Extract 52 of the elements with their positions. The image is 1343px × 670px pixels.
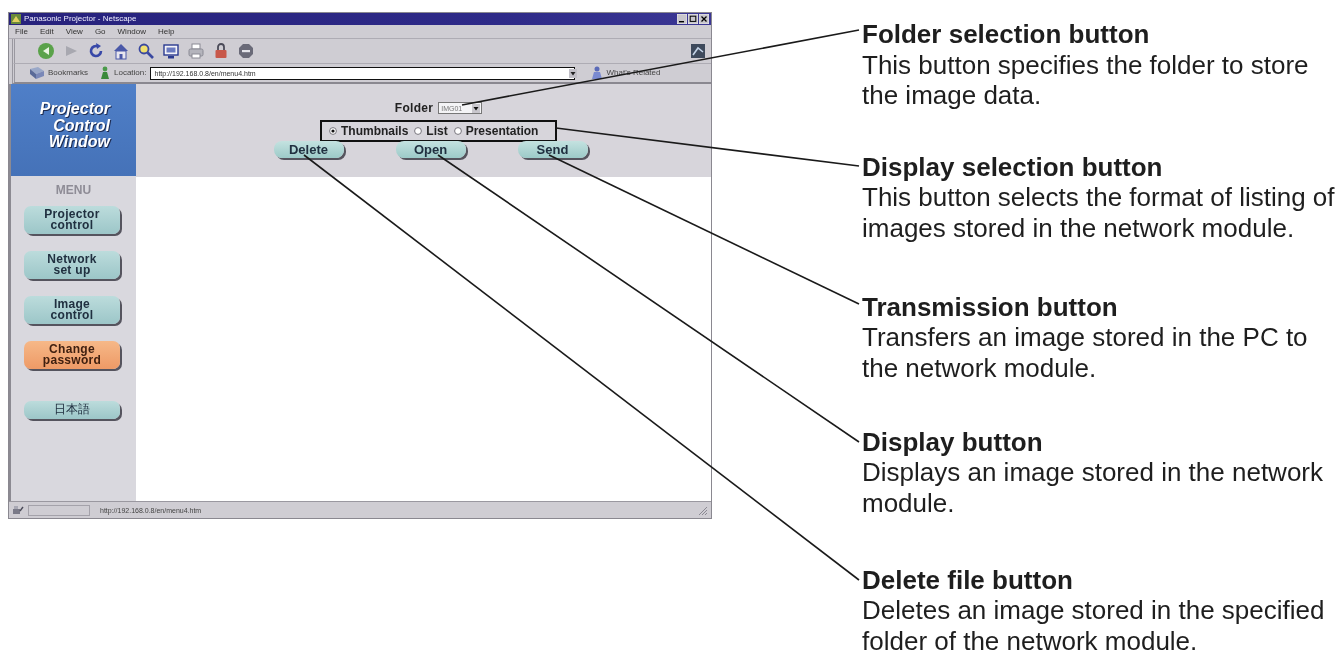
menu-item[interactable]: Help: [158, 26, 175, 37]
monitor-icon[interactable]: [162, 42, 180, 60]
figure-icon: [591, 66, 604, 80]
annotation-title: Delete file button: [862, 564, 1074, 595]
annotation-text: Deletes an image stored in the specified folder of the network module.: [862, 595, 1326, 656]
annotation-title: Folder selection button: [862, 19, 1151, 50]
bookmark-icon: [29, 66, 45, 80]
close-icon[interactable]: [699, 14, 709, 24]
menu-button[interactable]: Image control: [24, 296, 120, 324]
view-option[interactable]: Thumbnails: [329, 124, 409, 138]
minimize-icon[interactable]: [677, 14, 687, 24]
view-option[interactable]: List: [414, 124, 448, 138]
menu-item[interactable]: Edit: [39, 26, 54, 37]
open-button[interactable]: Open: [395, 141, 466, 158]
menu-button[interactable]: Network set up: [24, 251, 120, 279]
delete-button[interactable]: Delete: [273, 141, 344, 158]
location-icon[interactable]: [100, 66, 110, 80]
logo-text: Projector Control Window: [39, 101, 110, 151]
search-icon[interactable]: [137, 42, 155, 60]
annotation-title: Display button: [862, 426, 1044, 457]
logo-icon[interactable]: [691, 44, 705, 58]
home-icon[interactable]: [112, 42, 130, 60]
send-button[interactable]: Send: [517, 141, 588, 158]
menu-button[interactable]: Projector control: [24, 206, 120, 234]
window-title: Panasonic Projector - Netscape: [24, 14, 137, 24]
location-label: Location:: [114, 68, 147, 78]
app-icon: [11, 14, 21, 24]
annotation-title: Display selection button: [862, 151, 1164, 182]
connection-icon[interactable]: [12, 504, 24, 516]
annotation-text: Displays an image stored in the network module.: [862, 457, 1324, 518]
progress-field: [28, 504, 90, 516]
annotation-text: This button selects the format of listing of images stored in the network module.: [862, 182, 1335, 243]
menu-button[interactable]: Change password: [24, 341, 120, 369]
menu-item[interactable]: File: [15, 26, 28, 37]
menu-item[interactable]: Go: [94, 26, 106, 37]
annotation-title: Transmission button: [862, 291, 1119, 322]
annotation-text: Transfers an image stored in the PC to the network module.: [862, 322, 1309, 383]
resize-grip-icon[interactable]: [696, 504, 708, 516]
dropdown-arrow-icon[interactable]: [569, 68, 578, 78]
folder-label: Folder: [394, 101, 434, 115]
view-option[interactable]: Presentation: [453, 124, 539, 138]
stop-icon[interactable]: [237, 42, 255, 60]
bookmarks-button[interactable]: Bookmarks: [29, 66, 88, 80]
printer-icon[interactable]: [187, 42, 205, 60]
annotation-text: This button specifies the folder to store the image data.: [862, 49, 1310, 111]
menu-button[interactable]: 日本語: [24, 401, 120, 419]
reload-icon[interactable]: [87, 42, 105, 60]
caret-icon: [472, 103, 481, 113]
maximize-icon[interactable]: [688, 14, 698, 24]
menu-item[interactable]: View: [65, 26, 83, 37]
menu-item[interactable]: Window: [117, 26, 146, 37]
menu-heading: MENU: [55, 183, 92, 197]
